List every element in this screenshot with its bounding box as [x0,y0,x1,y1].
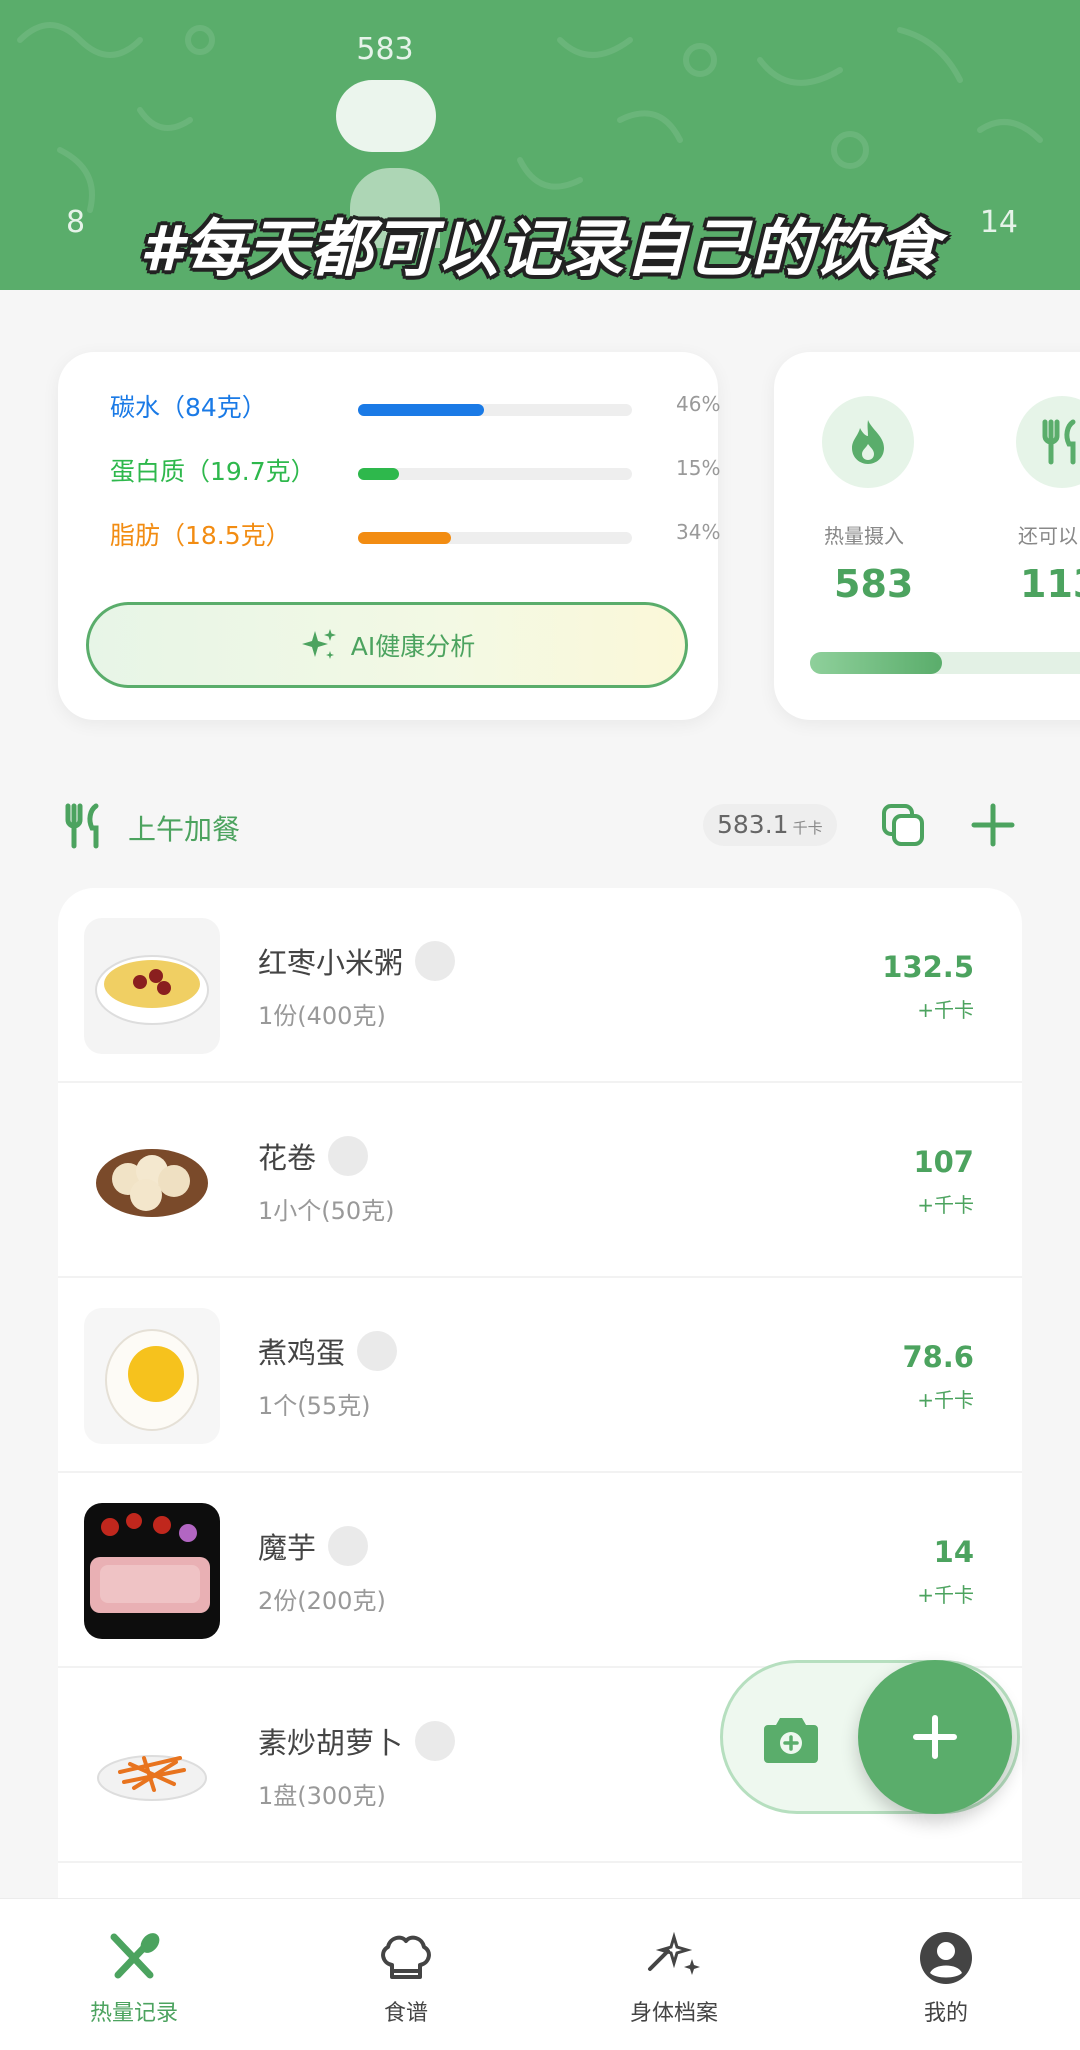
macro-label: 碳水（84克） [110,393,267,422]
food-calorie-unit: +千卡 [917,1583,974,1607]
nav-recipes[interactable]: 食谱 [316,1929,496,2027]
meal-title: 上午加餐 [128,813,241,846]
utensils-icon [110,1933,160,1979]
caption-overlay: #每天都可以记录自己的饮食 [139,212,941,285]
app-screen: 583 8 14 #每天都可以记录自己的饮食 碳水（84克） 46% 蛋白质（1… [0,0,1080,2050]
sparkles-icon [648,1931,700,1975]
bottom-nav: 热量记录 食谱 身体档案 我的 [0,1898,1080,2050]
food-tag-icon [357,1331,398,1371]
user-icon [920,1932,972,1984]
food-name-text: 红枣小米粥 [258,946,404,980]
ai-analysis-button[interactable]: AI健康分析 [86,602,688,688]
food-calories: 132.5 [882,950,974,984]
utensils-icon [65,803,99,849]
macro-row-fat: 脂肪（18.5克） 34% [110,516,720,556]
calorie-remaining-value: 113 [1020,562,1080,606]
food-tag-icon [328,1136,369,1176]
macro-percent: 46% [676,392,721,416]
nav-label: 热量记录 [89,2001,178,2026]
chart-bar-highlight [336,80,436,152]
meal-section-header: 上午加餐 583.1 千卡 [58,798,1018,858]
food-thumbnail-porridge [84,918,220,1054]
food-tag-icon [415,941,456,981]
macro-row-protein: 蛋白质（19.7克） 15% [110,452,720,492]
macro-track [358,468,632,480]
meal-total-badge: 583.1 千卡 [703,804,837,846]
food-tag-icon [415,1721,456,1761]
calorie-progress-fill [810,652,942,674]
copy-icon[interactable] [880,802,926,848]
macro-label: 蛋白质（19.7克） [110,457,316,486]
meal-total-value: 583.1 [717,810,789,839]
macro-track [358,532,632,544]
macro-fill [358,532,452,544]
food-name: 素炒胡萝卜 [258,1720,456,1765]
food-calories: 14 [933,1535,974,1569]
food-item[interactable]: 煮鸡蛋 1个(55克) 78.6 +千卡 [58,1278,1022,1473]
macro-percent: 34% [676,520,721,544]
nav-profile[interactable]: 我的 [856,1929,1036,2027]
food-name-text: 魔芋 [258,1531,317,1565]
calorie-progress-track [810,652,1080,674]
food-calories: 78.6 [902,1340,974,1374]
add-food-fab[interactable] [858,1660,1012,1814]
food-calorie-unit: +千卡 [917,1388,974,1412]
camera-icon[interactable] [762,1712,820,1766]
food-thumbnail-bun [84,1113,220,1249]
nav-label: 身体档案 [629,2001,718,2026]
macro-percent: 15% [676,456,721,480]
utensils-icon [1042,419,1076,465]
food-quantity: 1份(400克) [258,1002,386,1030]
meal-total-unit: 千卡 [792,819,823,837]
food-name: 红枣小米粥 [258,940,456,985]
food-item[interactable]: 魔芋 2份(200克) 14 +千卡 [58,1473,1022,1668]
food-thumbnail-egg [84,1308,220,1444]
add-food-icon[interactable] [970,802,1016,848]
food-calorie-unit: +千卡 [917,998,974,1022]
food-item[interactable]: 花卷 1小个(50克) 107 +千卡 [58,1083,1022,1278]
flame-icon [852,420,884,464]
food-item[interactable]: 红枣小米粥 1份(400克) 132.5 +千卡 [58,888,1022,1083]
food-name-text: 花卷 [258,1141,317,1175]
calorie-intake-label: 热量摄入 [824,524,904,548]
nav-body-profile[interactable]: 身体档案 [584,1929,764,2027]
food-name: 花卷 [258,1135,369,1180]
food-thumbnail-carrot [84,1698,220,1834]
food-quantity: 1盘(300克) [258,1782,386,1810]
macro-track [358,404,632,416]
calorie-remaining-label: 还可以 [1018,524,1078,548]
ai-analysis-label: AI健康分析 [350,632,476,661]
header-banner: 583 8 14 #每天都可以记录自己的饮食 [0,0,1080,290]
calorie-remaining-badge [1016,396,1080,488]
macro-fill [358,404,485,416]
calorie-intake-value: 583 [834,562,914,606]
food-tag-icon [328,1526,369,1566]
food-name: 魔芋 [258,1525,369,1570]
macro-fill [358,468,400,480]
macro-card: 碳水（84克） 46% 蛋白质（19.7克） 15% 脂肪（18.5克） 34%… [58,352,720,720]
food-calorie-unit: +千卡 [917,1193,974,1217]
food-name: 煮鸡蛋 [258,1330,398,1375]
nav-label: 我的 [923,2001,968,2026]
food-name-text: 煮鸡蛋 [258,1336,346,1370]
food-quantity: 1小个(50克) [258,1197,395,1225]
calorie-card[interactable]: 热量摄入 583 还可以 113 [774,352,1080,720]
macro-label: 脂肪（18.5克） [110,521,291,550]
nav-label: 食谱 [383,2001,428,2026]
sparkle-icon [301,629,336,659]
plus-icon [913,1715,957,1759]
food-thumbnail-konjac [84,1503,220,1639]
food-quantity: 1个(55克) [258,1392,371,1420]
calorie-intake-badge [822,396,914,488]
chart-top-value: 583 [356,32,414,67]
nav-calorie-log[interactable]: 热量记录 [44,1929,224,2027]
chef-hat-icon [381,1935,431,1979]
food-quantity: 2份(200克) [258,1587,386,1615]
food-calories: 107 [913,1145,974,1179]
food-name-text: 素炒胡萝卜 [258,1726,404,1760]
macro-row-carbs: 碳水（84克） 46% [110,388,720,428]
